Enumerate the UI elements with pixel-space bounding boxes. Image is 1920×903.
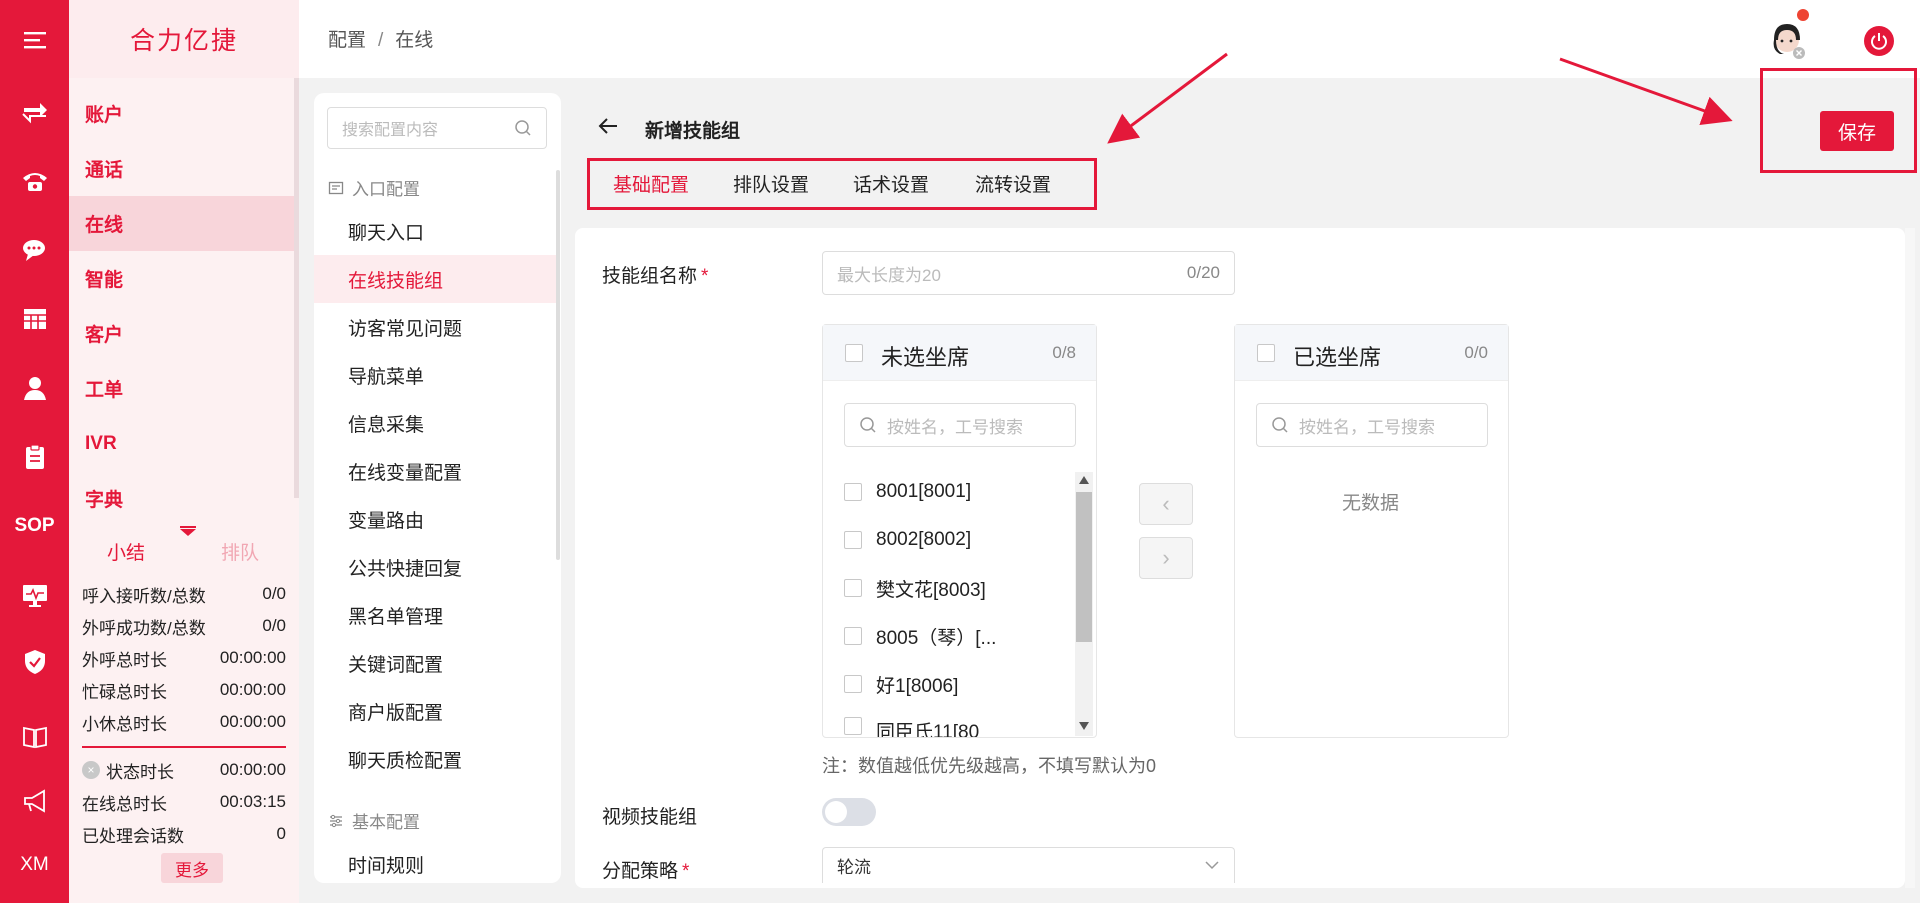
annotation-arrows (1107, 52, 1733, 144)
arrow-to-tabs (1107, 52, 1228, 144)
arrow-to-save (1559, 57, 1733, 126)
